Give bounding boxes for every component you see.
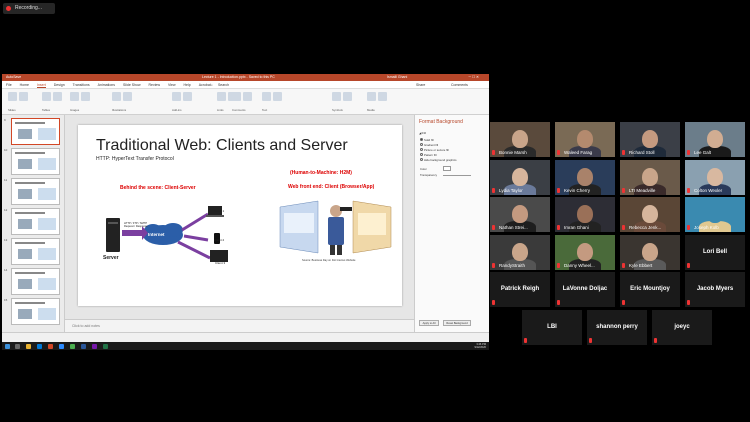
participant-name: Eric Mountjoy	[630, 286, 670, 292]
participant-name: Nathan Strei...	[499, 225, 528, 230]
zoom-gallery: Bonnie Marsh Waleed Farag Richard Stoll Lee…	[0, 0, 750, 422]
participant-name: Colton Wexler	[694, 188, 723, 193]
participant-face	[642, 205, 658, 223]
participant-tile[interactable]: Lee Galt	[685, 122, 745, 157]
participant-name: RandyStraith	[499, 263, 526, 268]
mic-muted-icon	[687, 300, 690, 305]
participant-face	[512, 205, 528, 223]
mic-muted-icon	[687, 225, 690, 230]
mic-muted-icon	[687, 150, 690, 155]
participant-face	[642, 130, 658, 148]
participant-face	[707, 205, 723, 223]
mic-muted-icon	[492, 150, 495, 155]
participant-name: Danny Wheel...	[564, 263, 595, 268]
participant-name: Rebecca Jenk...	[629, 225, 662, 230]
participant-tile[interactable]: joeyc	[652, 310, 712, 345]
participant-name: LBI	[547, 324, 557, 330]
participant-tile[interactable]: LBI	[522, 310, 582, 345]
participant-face	[642, 243, 658, 261]
mic-muted-icon	[557, 188, 560, 193]
participant-name: Waleed Farag	[564, 150, 593, 155]
mic-muted-icon	[557, 225, 560, 230]
participant-face	[512, 168, 528, 186]
mic-muted-icon	[622, 263, 625, 268]
mic-muted-icon	[492, 263, 495, 268]
participant-name: Kyle Ebbert	[629, 263, 653, 268]
participant-name: Jacob Myers	[696, 286, 734, 292]
participant-face	[512, 243, 528, 261]
participant-name: LTI Meadville	[629, 188, 656, 193]
participant-tile[interactable]: Imran Ghani	[555, 197, 615, 232]
participant-tile[interactable]: Richard Stoll	[620, 122, 680, 157]
participant-tile[interactable]: Eric Mountjoy	[620, 272, 680, 307]
mic-muted-icon	[622, 225, 625, 230]
participant-tile[interactable]: LaVonne Doljac	[555, 272, 615, 307]
participant-face	[642, 168, 658, 186]
mic-muted-icon	[589, 338, 592, 343]
participant-tile[interactable]: Jacob Myers	[685, 272, 745, 307]
participant-tile[interactable]: Lori Bell	[685, 235, 745, 270]
mic-muted-icon	[687, 263, 690, 268]
participant-name: Bonnie Marsh	[499, 150, 527, 155]
mic-muted-icon	[557, 263, 560, 268]
participant-face	[707, 130, 723, 148]
participant-name: shannon perry	[596, 324, 638, 330]
participant-face	[577, 130, 593, 148]
participant-name: Lori Bell	[702, 249, 727, 255]
mic-muted-icon	[524, 338, 527, 343]
mic-muted-icon	[654, 338, 657, 343]
mic-muted-icon	[622, 300, 625, 305]
participant-tile[interactable]: Danny Wheel...	[555, 235, 615, 270]
participant-tile[interactable]: shannon perry	[587, 310, 647, 345]
participant-tile[interactable]: LTI Meadville	[620, 160, 680, 195]
mic-muted-icon	[622, 188, 625, 193]
mic-muted-icon	[557, 300, 560, 305]
participant-name: Joseph Kolb	[694, 225, 719, 230]
participant-tile[interactable]: Patrick Reigh	[490, 272, 550, 307]
mic-muted-icon	[492, 188, 495, 193]
participant-tile[interactable]: Kyle Ebbert	[620, 235, 680, 270]
participant-tile[interactable]: Lydia Taylor	[490, 160, 550, 195]
mic-muted-icon	[492, 225, 495, 230]
participant-name: LaVonne Doljac	[562, 286, 608, 292]
participant-name: Lydia Taylor	[499, 188, 523, 193]
participant-tile[interactable]: RandyStraith	[490, 235, 550, 270]
participant-tile[interactable]: Nathan Strei...	[490, 197, 550, 232]
participant-name: Patrick Reigh	[500, 286, 540, 292]
participant-face	[577, 168, 593, 186]
participant-tile[interactable]: Bonnie Marsh	[490, 122, 550, 157]
participant-face	[577, 205, 593, 223]
participant-face	[577, 243, 593, 261]
participant-face	[707, 168, 723, 186]
participant-tile[interactable]: Joseph Kolb	[685, 197, 745, 232]
participant-name: Kevin Cherry	[564, 188, 591, 193]
participant-tile[interactable]: Colton Wexler	[685, 160, 745, 195]
participant-tile[interactable]: Waleed Farag	[555, 122, 615, 157]
mic-muted-icon	[622, 150, 625, 155]
participant-name: Lee Galt	[694, 150, 712, 155]
mic-muted-icon	[687, 188, 690, 193]
participant-face	[512, 130, 528, 148]
mic-muted-icon	[557, 150, 560, 155]
mic-muted-icon	[492, 300, 495, 305]
participant-tile[interactable]: Rebecca Jenk...	[620, 197, 680, 232]
participant-name: joeyc	[674, 324, 690, 330]
participant-name: Richard Stoll	[629, 150, 655, 155]
participant-tile[interactable]: Kevin Cherry	[555, 160, 615, 195]
participant-name: Imran Ghani	[564, 225, 589, 230]
